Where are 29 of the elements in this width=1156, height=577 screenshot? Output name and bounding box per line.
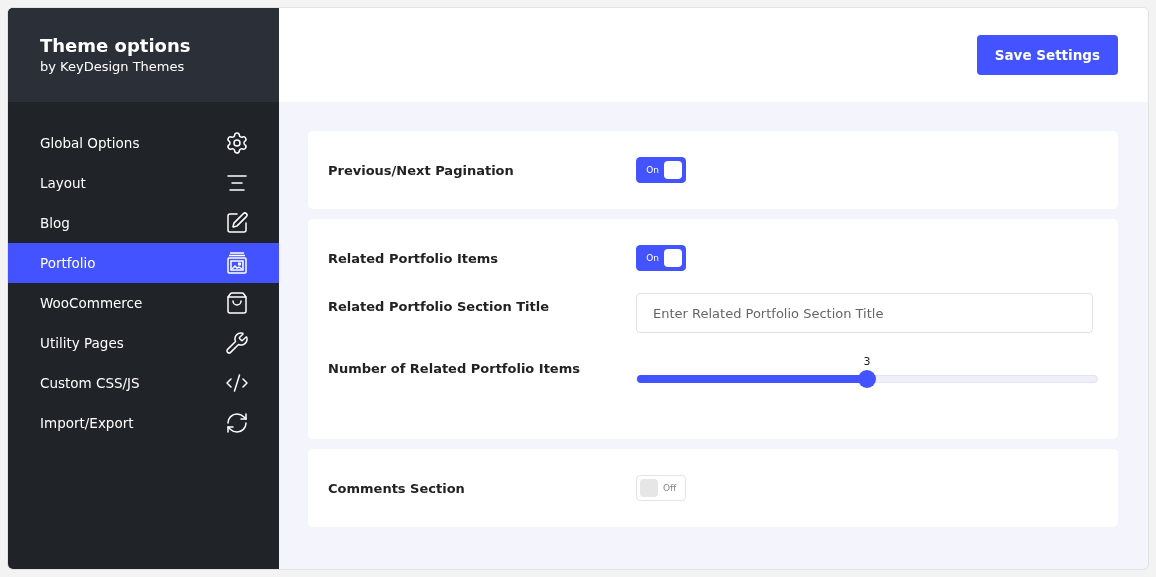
app-title: Theme options	[40, 35, 192, 56]
section-title-input[interactable]: Enter Related Portfolio Section Title	[636, 293, 1093, 333]
setting-label: Number of Related Portfolio Items	[328, 360, 581, 376]
sidebar-item[interactable]: Custom CSS/JS	[8, 363, 279, 403]
app-subtitle: by KeyDesign Themes	[40, 59, 186, 74]
setting-label: Related Portfolio Items	[328, 250, 500, 266]
setting-label: Related Portfolio Section Title	[328, 298, 551, 314]
shopping-bag-icon	[225, 291, 249, 315]
setting-label: Previous/Next Pagination	[328, 162, 515, 178]
toggle-switch[interactable]: On	[636, 245, 686, 271]
settings-icon	[225, 131, 249, 155]
sidebar-item[interactable]: Utility Pages	[8, 323, 279, 363]
refresh-icon	[225, 411, 249, 435]
wrench-icon	[225, 331, 249, 355]
sidebar-item[interactable]: Import/Export	[8, 403, 279, 443]
pen-document-icon	[225, 211, 249, 235]
save-button[interactable]: Save Settings	[976, 35, 1118, 75]
setting-label: Comments Section	[328, 480, 466, 496]
code-icon	[225, 371, 249, 395]
sidebar-item[interactable]: WooCommerce	[8, 283, 279, 323]
toggle-switch[interactable]: Off	[636, 475, 686, 501]
sidebar-item[interactable]: Global Options	[8, 123, 279, 163]
sidebar-item[interactable]: Layout	[8, 163, 279, 203]
slider-thumb[interactable]	[858, 370, 876, 388]
sidebar-item[interactable]: Blog	[8, 203, 279, 243]
slider-value: 3	[863, 355, 871, 368]
image-stack-icon	[225, 251, 249, 275]
toggle-switch[interactable]: On	[636, 157, 686, 183]
sidebar-item[interactable]: Portfolio	[8, 243, 279, 283]
